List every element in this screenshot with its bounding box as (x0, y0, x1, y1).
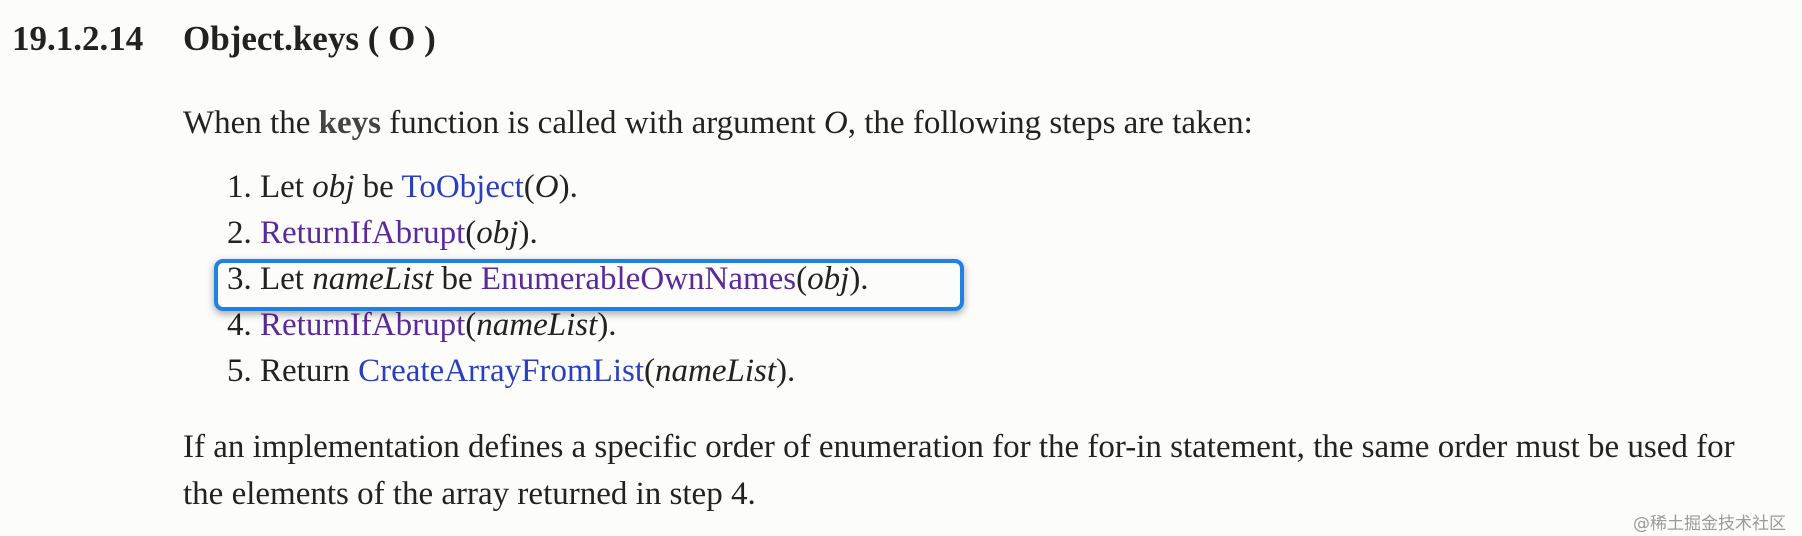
step-2: 2. ReturnIfAbrupt(obj). (227, 210, 869, 256)
step-number: 3. (227, 261, 252, 297)
step-variable: nameList (312, 261, 434, 297)
step-text: ). (849, 261, 869, 297)
section-number: 19.1.2.14 (12, 19, 144, 58)
intro-text: , the following steps are taken: (847, 105, 1253, 141)
step-text: ). (776, 353, 796, 389)
step-1: 1. Let obj be ToObject(O). (227, 164, 869, 210)
algorithm-steps: 1. Let obj be ToObject(O). 2. ReturnIfAb… (227, 164, 869, 394)
step-3: 3. Let nameList be EnumerableOwnNames(ob… (227, 256, 869, 302)
step-number: 1. (227, 169, 252, 205)
step-text (252, 307, 260, 343)
step-text: be (433, 261, 481, 297)
toobject-link[interactable]: ToObject (401, 169, 523, 205)
step-text: Let (251, 261, 313, 297)
returnifabrupt-link[interactable]: ReturnIfAbrupt (260, 307, 465, 343)
step-text: ). (597, 307, 617, 343)
step-number: 2. (227, 215, 252, 251)
section-title: Object.keys ( O ) (183, 19, 436, 58)
step-text (252, 215, 260, 251)
step-text: ( (644, 353, 655, 389)
intro-text: When the (183, 105, 319, 141)
step-5: 5. Return CreateArrayFromList(nameList). (227, 348, 869, 394)
section-heading: 19.1.2.14 Object.keys ( O ) (12, 14, 436, 64)
step-text: Return (251, 353, 359, 389)
createarrayfromlist-link[interactable]: CreateArrayFromList (358, 353, 644, 389)
step-4: 4. ReturnIfAbrupt(nameList). (227, 302, 869, 348)
step-text: ( (523, 169, 535, 205)
step-number: 4. (227, 307, 252, 343)
step-text: ( (465, 215, 477, 251)
note-paragraph: If an implementation defines a specific … (183, 429, 1735, 512)
step-text: Let (251, 169, 313, 205)
step-argument: obj (807, 261, 850, 297)
step-argument: obj (476, 215, 519, 251)
intro-arg: O (823, 105, 848, 141)
step-argument: O (534, 169, 559, 205)
step-argument: nameList (655, 353, 777, 389)
enumerableownnames-link[interactable]: EnumerableOwnNames (481, 261, 796, 297)
intro-text: function is called with argument (380, 105, 824, 141)
step-text: ). (518, 215, 538, 251)
step-text: ( (796, 261, 808, 297)
step-number: 5. (227, 353, 252, 389)
intro-keyword: keys (318, 105, 381, 141)
step-variable: obj (312, 169, 355, 205)
intro-paragraph: When the keys function is called with ar… (183, 98, 1253, 148)
step-argument: nameList (476, 307, 598, 343)
step-text: ). (558, 169, 578, 205)
watermark: @稀土掘金技术社区 (1633, 514, 1786, 534)
step-text: ( (465, 307, 477, 343)
step-text: be (354, 169, 402, 205)
returnifabrupt-link[interactable]: ReturnIfAbrupt (260, 215, 465, 251)
